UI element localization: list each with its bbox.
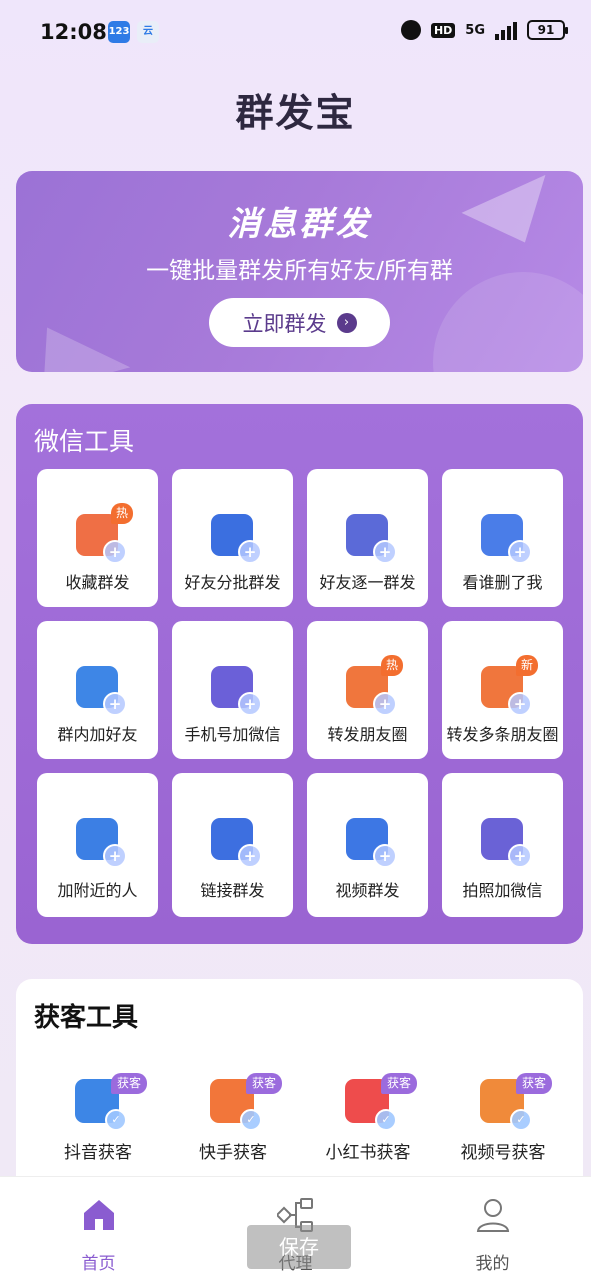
- page-title: 群发宝: [235, 91, 356, 135]
- status-time: 12:08: [40, 20, 107, 44]
- banner-title: 消息群发: [227, 204, 372, 243]
- home-icon: [80, 1197, 118, 1233]
- mass-send-banner: 消息群发 一键批量群发所有好友/所有群 立即群发 ›: [16, 171, 583, 372]
- plus-badge-icon: +: [103, 844, 127, 868]
- tool-card[interactable]: + 好友分批群发: [172, 469, 293, 607]
- plus-badge-icon: +: [508, 692, 532, 716]
- plus-badge-icon: +: [373, 540, 397, 564]
- network-label: 5G: [465, 22, 485, 38]
- tool-card-label: 转发多条朋友圈: [446, 725, 559, 744]
- camera-add-icon: +: [481, 818, 532, 868]
- alarm-icon: [400, 20, 421, 40]
- wechat-tools-panel: 微信工具 + 热收藏群发 + 好友分批群发 + 好友逐一群发 + 看谁删了我 + 群内加好友 + 手机…: [16, 404, 583, 944]
- plus-badge-icon: +: [373, 844, 397, 868]
- status-bar: 12:08 123 云 HD 5G 91: [0, 0, 591, 64]
- link-a-icon: +: [211, 818, 262, 868]
- tool-card-label: 手机号加微信: [184, 725, 281, 744]
- tool-card[interactable]: + 链接群发: [172, 773, 293, 917]
- tab-label: 我的: [475, 1254, 510, 1274]
- tool-card[interactable]: + 拍照加微信: [442, 773, 563, 917]
- tab-label: 首页: [81, 1254, 116, 1274]
- save-button[interactable]: 保存: [247, 1225, 351, 1269]
- tool-card-label: 群内加好友: [57, 725, 138, 744]
- acquire-tool-label: 小红书获客: [325, 1143, 411, 1163]
- tool-card-label: 好友分批群发: [184, 573, 281, 592]
- check-badge-icon: ✓: [105, 1109, 127, 1131]
- acquire-tool-item[interactable]: ✓ 获客视频号获客: [438, 1073, 568, 1169]
- tool-card-label: 转发朋友圈: [327, 725, 408, 744]
- plus-badge-icon: +: [508, 540, 532, 564]
- acquire-tool-label: 快手获客: [199, 1143, 267, 1163]
- tv-icon: +: [346, 818, 397, 868]
- tool-card-label: 拍照加微信: [462, 881, 543, 900]
- card-tag: 新: [516, 655, 539, 676]
- tool-card[interactable]: + 好友逐一群发: [307, 469, 428, 607]
- tab-home[interactable]: 首页: [0, 1177, 197, 1279]
- location-user-icon: +: [76, 818, 127, 868]
- send-now-button[interactable]: 立即群发 ›: [209, 298, 390, 347]
- tool-card[interactable]: + 新转发多条朋友圈: [442, 621, 563, 759]
- acquire-tool-item[interactable]: ✓ 获客抖音获客: [33, 1073, 163, 1169]
- users-plane-icon: +: [346, 514, 397, 564]
- plus-badge-icon: +: [238, 540, 262, 564]
- acquire-tool-label: 抖音获客: [64, 1143, 132, 1163]
- card-tag: 热: [381, 655, 404, 676]
- tool-card-label: 链接群发: [200, 881, 265, 900]
- tool-card[interactable]: + 加附近的人: [37, 773, 158, 917]
- acquire-tool-item[interactable]: ✓ 获客快手获客: [168, 1073, 298, 1169]
- battery-icon: 91: [527, 20, 568, 40]
- paper-plane-icon: [27, 309, 131, 372]
- plus-badge-icon: +: [373, 692, 397, 716]
- tool-card[interactable]: + 热收藏群发: [37, 469, 158, 607]
- card-tag: 热: [111, 503, 134, 524]
- chevron-right-icon: ›: [336, 312, 357, 333]
- acquire-tools-title: 获客工具: [34, 1003, 139, 1033]
- tool-card-label: 好友逐一群发: [319, 573, 416, 592]
- check-badge-icon: ✓: [375, 1109, 397, 1131]
- tool-card-label: 加附近的人: [57, 881, 138, 900]
- tool-card-label: 看谁删了我: [462, 573, 543, 592]
- tool-card[interactable]: + 视频群发: [307, 773, 428, 917]
- acquire-tag: 获客: [516, 1073, 553, 1094]
- tool-card-label: 视频群发: [335, 881, 400, 900]
- send-now-label: 立即群发: [242, 311, 327, 336]
- check-badge-icon: ✓: [510, 1109, 532, 1131]
- tool-card-label: 收藏群发: [65, 573, 130, 592]
- plus-badge-icon: +: [103, 540, 127, 564]
- tool-card[interactable]: + 群内加好友: [37, 621, 158, 759]
- check-badge-icon: ✓: [240, 1109, 262, 1131]
- user-icon: [474, 1197, 512, 1233]
- wechat-tools-title: 微信工具: [34, 427, 135, 456]
- acquire-tag: 获客: [381, 1073, 418, 1094]
- plus-badge-icon: +: [238, 844, 262, 868]
- plus-badge-icon: +: [103, 692, 127, 716]
- broom-icon: +: [481, 514, 532, 564]
- status-indicators: HD 5G 91: [400, 20, 568, 40]
- card-plane-icon: +: [211, 514, 262, 564]
- banner-decoration: [433, 272, 583, 372]
- plus-badge-icon: +: [238, 692, 262, 716]
- tool-card[interactable]: + 热转发朋友圈: [307, 621, 428, 759]
- acquire-tag: 获客: [246, 1073, 283, 1094]
- hd-icon: HD: [430, 22, 456, 38]
- app-123-icon: 123: [108, 21, 130, 43]
- acquire-tools-panel: 获客工具 ✓ 获客抖音获客 ✓ 获客快手获客 ✓ 获客小红书获客 ✓ 获客视频号获客: [16, 979, 583, 1199]
- tab-mine[interactable]: 我的: [394, 1177, 591, 1279]
- acquire-tool-label: 视频号获客: [460, 1143, 546, 1163]
- plus-badge-icon: +: [508, 844, 532, 868]
- tool-card[interactable]: + 看谁删了我: [442, 469, 563, 607]
- phone-add-icon: +: [211, 666, 262, 716]
- tool-card[interactable]: + 手机号加微信: [172, 621, 293, 759]
- banner-subtitle: 一键批量群发所有好友/所有群: [146, 258, 453, 284]
- acquire-tool-item[interactable]: ✓ 获客小红书获客: [303, 1073, 433, 1169]
- app-cloud-icon: 云: [137, 21, 159, 43]
- signal-icon: [495, 20, 517, 40]
- acquire-tag: 获客: [111, 1073, 148, 1094]
- user-add-icon: +: [76, 666, 127, 716]
